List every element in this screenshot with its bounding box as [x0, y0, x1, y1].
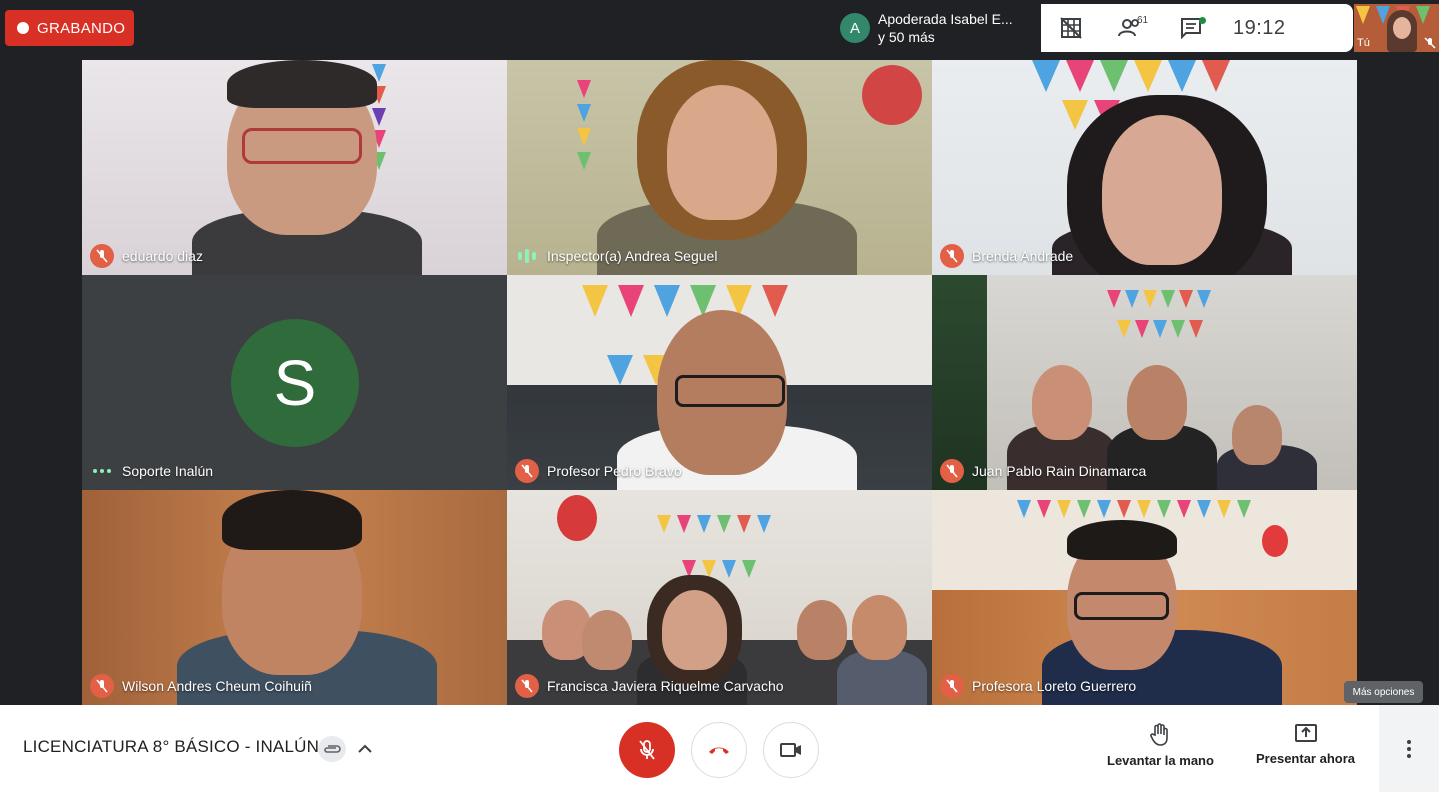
participant-name: Profesora Loreto Guerrero [972, 678, 1137, 694]
participant-name: eduardo diaz [122, 248, 203, 264]
participant-tile[interactable]: S Soporte Inalún [82, 275, 507, 490]
clock-time: 19:12 [1233, 16, 1286, 39]
participant-tile[interactable]: Brenda Andrade [932, 60, 1357, 275]
chevron-up-icon[interactable] [355, 739, 375, 759]
join-notification[interactable]: A Apoderada Isabel E... y 50 más [832, 4, 1042, 52]
recording-dot-icon [17, 22, 29, 34]
participant-grid: eduardo diaz Inspector(a) Andrea Seguel [82, 60, 1357, 705]
mic-off-icon [90, 244, 114, 268]
hand-icon [1150, 723, 1169, 746]
speaking-indicator-icon [515, 244, 539, 268]
participant-tile[interactable]: Francisca Javiera Riquelme Carvacho [507, 490, 932, 705]
self-view-label: Tú [1357, 37, 1370, 49]
more-options-tooltip: Más opciones [1344, 681, 1423, 703]
notification-avatar: A [840, 13, 870, 43]
participant-name: Brenda Andrade [972, 248, 1074, 264]
mic-off-icon [90, 674, 114, 698]
mic-off-icon [1424, 37, 1436, 49]
participant-name: Wilson Andres Cheum Coihuiñ [122, 678, 312, 694]
mic-off-icon [940, 674, 964, 698]
participant-name: Francisca Javiera Riquelme Carvacho [547, 678, 784, 694]
people-button[interactable]: 61 [1101, 4, 1161, 52]
top-toolbar: 61 19:12 [1041, 4, 1353, 52]
present-screen-icon [1294, 724, 1317, 742]
participant-name: Profesor Pedro Bravo [547, 463, 682, 479]
layout-button[interactable] [1041, 4, 1101, 52]
participant-tile[interactable]: Juan Pablo Rain Dinamarca [932, 275, 1357, 490]
mic-off-icon [515, 459, 539, 483]
participant-tile[interactable]: Profesora Loreto Guerrero [932, 490, 1357, 705]
mic-off-icon [940, 459, 964, 483]
attachment-icon[interactable] [318, 736, 346, 762]
participant-tile[interactable]: Profesor Pedro Bravo [507, 275, 932, 490]
mic-off-icon [515, 674, 539, 698]
more-options-button[interactable] [1379, 705, 1439, 792]
meeting-title[interactable]: LICENCIATURA 8° BÁSICO - INALÚN [23, 737, 319, 757]
more-dots-icon [90, 459, 114, 483]
raise-hand-label: Levantar la mano [1107, 753, 1214, 768]
self-view-thumbnail[interactable]: Tú [1354, 4, 1439, 52]
present-now-button[interactable]: Presentar ahora [1256, 723, 1355, 766]
grid-off-icon [1060, 17, 1082, 39]
raise-hand-button[interactable]: Levantar la mano [1107, 723, 1214, 768]
present-label: Presentar ahora [1256, 751, 1355, 766]
recording-badge: GRABANDO [5, 10, 134, 46]
notification-line1: Apoderada Isabel E... [878, 11, 1013, 27]
notification-line2: y 50 más [878, 29, 935, 45]
mic-off-icon [940, 244, 964, 268]
chat-unread-dot [1199, 17, 1206, 24]
camera-toggle-button[interactable] [763, 722, 819, 778]
camera-icon [780, 743, 801, 757]
participant-name: Soporte Inalún [122, 463, 214, 479]
participant-name: Inspector(a) Andrea Seguel [547, 248, 718, 264]
bottom-bar: LICENCIATURA 8° BÁSICO - INALÚN Levantar… [0, 705, 1439, 792]
participants-count: 61 [1137, 15, 1149, 26]
participant-tile[interactable]: Inspector(a) Andrea Seguel [507, 60, 932, 275]
participant-name: Juan Pablo Rain Dinamarca [972, 463, 1147, 479]
participant-avatar: S [231, 319, 359, 447]
more-vert-icon [1407, 739, 1411, 758]
chat-button[interactable] [1161, 4, 1221, 52]
mic-off-icon [639, 740, 655, 760]
microphone-toggle-button[interactable] [619, 722, 675, 778]
participant-tile[interactable]: Wilson Andres Cheum Coihuiñ [82, 490, 507, 705]
participant-tile[interactable]: eduardo diaz [82, 60, 507, 275]
hang-up-icon [709, 747, 729, 754]
leave-call-button[interactable] [691, 722, 747, 778]
recording-label: GRABANDO [37, 19, 126, 37]
